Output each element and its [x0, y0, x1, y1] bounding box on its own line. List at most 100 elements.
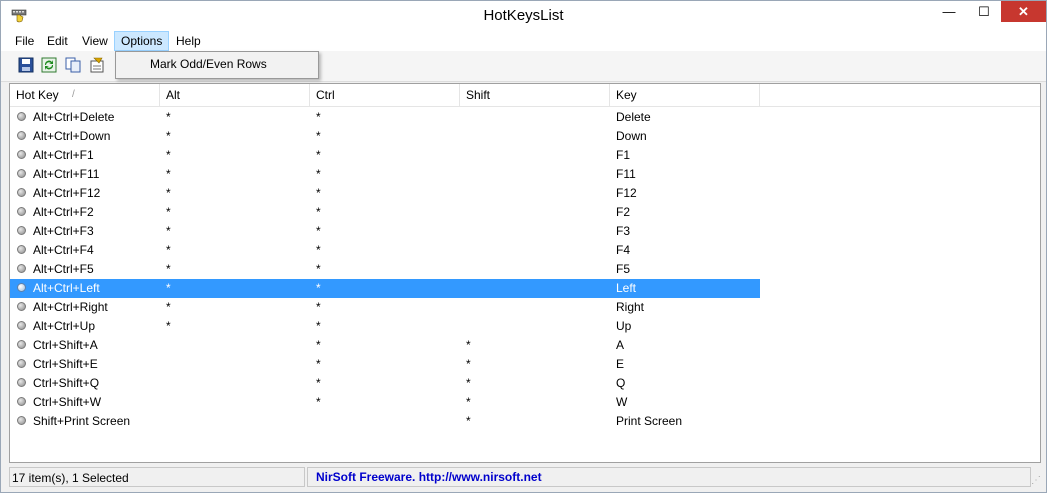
- menu-bar: File Edit View Options Help: [1, 31, 1046, 51]
- cell-key: F3: [616, 224, 631, 238]
- cell-hot-key: Ctrl+Shift+Q: [33, 376, 100, 390]
- cell-hot-key: Alt+Ctrl+Down: [33, 129, 111, 143]
- cell-shift: *: [466, 376, 471, 390]
- minimize-button[interactable]: —: [931, 1, 967, 22]
- table-row[interactable]: Shift+Print Screen * Print Screen: [10, 412, 760, 431]
- hotkey-status-icon: [17, 302, 26, 311]
- cell-key: F12: [616, 186, 637, 200]
- cell-hot-key: Ctrl+Shift+W: [33, 395, 102, 409]
- cell-ctrl: *: [316, 167, 321, 181]
- close-button[interactable]: ✕: [1001, 1, 1046, 22]
- table-row[interactable]: Ctrl+Shift+A * * A: [10, 336, 760, 355]
- table-row[interactable]: Alt+Ctrl+F1 * * F1: [10, 146, 760, 165]
- cell-ctrl: *: [316, 319, 321, 333]
- cell-key: F1: [616, 148, 631, 162]
- resize-grip-icon[interactable]: ⋰: [1031, 475, 1043, 487]
- table-row[interactable]: Alt+Ctrl+F3 * * F3: [10, 222, 760, 241]
- cell-alt: *: [166, 148, 171, 162]
- cell-hot-key: Alt+Ctrl+F2: [33, 205, 94, 219]
- hotkey-status-icon: [17, 131, 26, 140]
- cell-hot-key: Alt+Ctrl+F5: [33, 262, 94, 276]
- cell-key: A: [616, 338, 625, 352]
- cell-alt: *: [166, 243, 171, 257]
- menu-file[interactable]: File: [9, 31, 40, 51]
- copy-icon[interactable]: [64, 56, 82, 74]
- cell-key: F5: [616, 262, 631, 276]
- cell-ctrl: *: [316, 243, 321, 257]
- column-header-ctrl[interactable]: Ctrl: [310, 84, 460, 106]
- table-row[interactable]: Ctrl+Shift+W * * W: [10, 393, 760, 412]
- cell-key: Q: [616, 376, 626, 390]
- cell-alt: *: [166, 205, 171, 219]
- hotkey-status-icon: [17, 150, 26, 159]
- hotkey-status-icon: [17, 264, 26, 273]
- cell-shift: *: [466, 395, 471, 409]
- cell-hot-key: Alt+Ctrl+Delete: [33, 110, 115, 124]
- hotkey-status-icon: [17, 245, 26, 254]
- cell-shift: *: [466, 357, 471, 371]
- hotkey-status-icon: [17, 416, 26, 425]
- hotkey-status-icon: [17, 340, 26, 349]
- table-row[interactable]: Alt+Ctrl+Right * * Right: [10, 298, 760, 317]
- cell-ctrl: *: [316, 129, 321, 143]
- hotkey-status-icon: [17, 378, 26, 387]
- table-row[interactable]: Alt+Ctrl+Delete * * Delete: [10, 108, 760, 127]
- table-row[interactable]: Alt+Ctrl+Left * * Left: [10, 279, 760, 298]
- table-row[interactable]: Alt+Ctrl+Down * * Down: [10, 127, 760, 146]
- cell-alt: *: [166, 186, 171, 200]
- table-row[interactable]: Ctrl+Shift+E * * E: [10, 355, 760, 374]
- cell-key: F4: [616, 243, 631, 257]
- menu-help[interactable]: Help: [170, 31, 207, 51]
- hotkeys-list[interactable]: Hot Key / Alt Ctrl Shift Key Alt+Ctrl+De…: [9, 83, 1041, 463]
- menu-options[interactable]: Options: [114, 31, 170, 51]
- column-header-label: Hot Key: [16, 88, 59, 102]
- hotkey-status-icon: [17, 359, 26, 368]
- table-row[interactable]: Alt+Ctrl+F11 * * F11: [10, 165, 760, 184]
- save-icon[interactable]: [17, 56, 35, 74]
- menu-view[interactable]: View: [76, 31, 114, 51]
- cell-hot-key: Alt+Ctrl+F12: [33, 186, 101, 200]
- menu-item-mark-odd-even-rows[interactable]: Mark Odd/Even Rows: [150, 57, 267, 71]
- table-row[interactable]: Alt+Ctrl+F12 * * F12: [10, 184, 760, 203]
- cell-hot-key: Alt+Ctrl+F3: [33, 224, 94, 238]
- cell-key: F2: [616, 205, 631, 219]
- cell-key: Right: [616, 300, 645, 314]
- cell-ctrl: *: [316, 262, 321, 276]
- cell-alt: *: [166, 167, 171, 181]
- cell-hot-key: Alt+Ctrl+Right: [33, 300, 108, 314]
- options-dropdown-menu: Mark Odd/Even Rows: [115, 51, 319, 79]
- column-header-alt[interactable]: Alt: [160, 84, 310, 106]
- properties-icon[interactable]: [88, 56, 106, 74]
- hotkey-status-icon: [17, 188, 26, 197]
- cell-key: F11: [616, 167, 636, 181]
- cell-key: Down: [616, 129, 647, 143]
- refresh-icon[interactable]: [40, 56, 58, 74]
- column-header-key[interactable]: Key: [610, 84, 760, 106]
- nirsoft-link[interactable]: NirSoft Freeware. http://www.nirsoft.net: [307, 467, 1031, 487]
- cell-alt: *: [166, 110, 171, 124]
- cell-alt: *: [166, 129, 171, 143]
- maximize-button[interactable]: ☐: [967, 1, 1001, 22]
- table-row[interactable]: Alt+Ctrl+F5 * * F5: [10, 260, 760, 279]
- cell-ctrl: *: [316, 224, 321, 238]
- column-header-hot-key[interactable]: Hot Key /: [10, 84, 160, 106]
- column-header-shift[interactable]: Shift: [460, 84, 610, 106]
- cell-shift: *: [466, 414, 471, 428]
- table-row[interactable]: Alt+Ctrl+F4 * * F4: [10, 241, 760, 260]
- table-row[interactable]: Ctrl+Shift+Q * * Q: [10, 374, 760, 393]
- cell-ctrl: *: [316, 357, 321, 371]
- table-row[interactable]: Alt+Ctrl+Up * * Up: [10, 317, 760, 336]
- cell-alt: *: [166, 319, 171, 333]
- hotkey-status-icon: [17, 397, 26, 406]
- table-row[interactable]: Alt+Ctrl+F2 * * F2: [10, 203, 760, 222]
- title-bar[interactable]: HotKeysList — ☐ ✕: [1, 1, 1046, 31]
- list-header: Hot Key / Alt Ctrl Shift Key: [10, 84, 1040, 107]
- menu-edit[interactable]: Edit: [41, 31, 74, 51]
- hotkey-status-icon: [17, 112, 26, 121]
- cell-key: W: [616, 395, 628, 409]
- cell-hot-key: Alt+Ctrl+F11: [33, 167, 100, 181]
- sort-indicator-icon: /: [72, 89, 75, 100]
- cell-key: E: [616, 357, 625, 371]
- cell-hot-key: Alt+Ctrl+F1: [33, 148, 94, 162]
- hotkey-status-icon: [17, 169, 26, 178]
